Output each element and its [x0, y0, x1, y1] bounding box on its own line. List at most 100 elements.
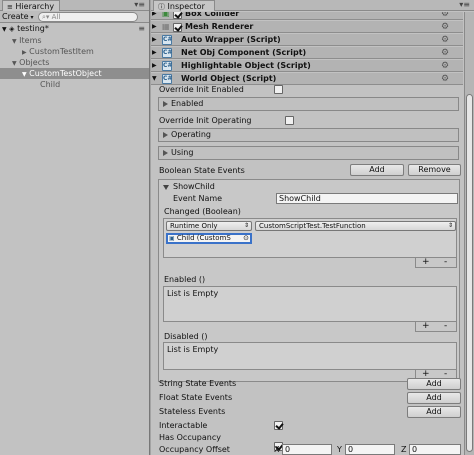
expand-arrow-icon[interactable]: ▶	[152, 47, 157, 59]
enabled-foldout[interactable]: Enabled	[158, 97, 459, 111]
expand-arrow-icon[interactable]: ▼	[152, 73, 157, 85]
hierarchy-tree: ▼ ◈ testing* ≡ ▼ Items ▶ CustomTestItem …	[0, 23, 149, 90]
collapse-icon[interactable]: ▶	[22, 49, 27, 56]
enabled-event-label: Enabled ()	[164, 275, 206, 284]
boolean-state-events-label: Boolean State Events	[159, 166, 245, 175]
script-icon: ▣	[169, 235, 175, 242]
scene-row[interactable]: ▼ ◈ testing* ≡	[0, 23, 149, 35]
offset-y-field[interactable]: 0	[345, 444, 395, 455]
interactable-label: Interactable	[159, 421, 208, 430]
enable-checkbox[interactable]	[173, 12, 182, 19]
script-icon: C#	[162, 74, 173, 84]
hierarchy-toolbar: Create ▾ ⌕▾ All	[0, 11, 149, 23]
script-icon: C#	[162, 61, 173, 71]
has-occupancy-label: Has Occupancy	[159, 433, 221, 442]
gear-icon[interactable]: ⚙	[441, 22, 449, 32]
unity-scene-icon: ◈	[9, 25, 15, 33]
component-auto-wrapper[interactable]: ▶ C# Auto Wrapper (Script) ⚙	[151, 34, 463, 46]
offset-z-field[interactable]: 0	[409, 444, 461, 455]
stateless-events-label: Stateless Events	[159, 407, 226, 416]
inspector-panel: ⓘ Inspector ▾≡ ▶ ▣ Box Collider ⚙ ▶ ▦ Me…	[151, 0, 474, 455]
runtime-dropdown[interactable]: Runtime Only ⇕	[166, 221, 252, 231]
collapse-icon	[163, 101, 168, 107]
override-init-operating-checkbox[interactable]	[285, 116, 294, 125]
create-button[interactable]: Create ▾	[2, 12, 34, 22]
hierarchy-panel: ≡ Hierarchy ▾≡ Create ▾ ⌕▾ All ▼ ◈ testi…	[0, 0, 150, 455]
expand-icon[interactable]: ▼	[12, 38, 17, 45]
float-state-events-label: Float State Events	[159, 393, 233, 402]
gear-icon[interactable]: ⚙	[441, 74, 449, 84]
changed-list-footer: + -	[415, 258, 457, 268]
function-dropdown[interactable]: CustomScriptTest.TestFunction ⇕	[255, 221, 456, 231]
hierarchy-menu-icon[interactable]: ▾≡	[134, 0, 145, 9]
hierarchy-tabbar: ≡ Hierarchy ▾≡	[0, 0, 149, 11]
tree-item-child[interactable]: Child	[0, 79, 149, 90]
disabled-event-list: List is Empty	[163, 342, 457, 370]
search-input[interactable]: ⌕▾ All	[38, 12, 138, 22]
chevron-down-icon: ▾	[28, 14, 34, 21]
add-stateless-event-button[interactable]: Add	[407, 406, 461, 418]
override-init-enabled-checkbox[interactable]	[274, 85, 283, 94]
gear-icon[interactable]: ⚙	[441, 35, 449, 45]
list-empty-text: List is Empty	[167, 289, 219, 298]
inspector-menu-icon[interactable]: ▾≡	[459, 0, 470, 9]
showchild-box: ShowChild Event Name ShowChild Changed (…	[158, 179, 460, 382]
add-listener-button[interactable]: +	[422, 258, 430, 267]
expand-arrow-icon[interactable]: ▶	[152, 21, 157, 33]
using-foldout[interactable]: Using	[158, 146, 459, 160]
search-icon: ⌕▾	[42, 13, 50, 21]
enabled-list-footer: + -	[415, 322, 457, 332]
updown-icon: ⇕	[243, 222, 249, 229]
remove-button[interactable]: Remove	[408, 164, 461, 176]
add-listener-button[interactable]: +	[422, 322, 430, 331]
inspector-content: ▶ ▣ Box Collider ⚙ ▶ ▦ Mesh Renderer ⚙ ▶…	[151, 12, 463, 455]
object-picker-icon[interactable]: ⊙	[243, 235, 249, 242]
interactable-checkbox[interactable]	[274, 421, 283, 430]
tree-item-customtestitem[interactable]: ▶ CustomTestItem	[0, 46, 149, 57]
hierarchy-icon: ≡	[7, 3, 13, 11]
tree-item-items[interactable]: ▼ Items	[0, 35, 149, 46]
gear-icon[interactable]: ⚙	[441, 48, 449, 58]
changed-event-list: Runtime Only ⇕ CustomScriptTest.TestFunc…	[163, 218, 457, 258]
scene-menu-icon[interactable]: ≡	[138, 23, 145, 35]
add-button[interactable]: Add	[350, 164, 404, 176]
expand-icon[interactable]	[163, 185, 169, 190]
enable-checkbox[interactable]	[173, 23, 182, 32]
tree-item-customtestobject[interactable]: ▼ CustomTestObject	[0, 68, 149, 79]
add-float-event-button[interactable]: Add	[407, 392, 461, 404]
inspector-tab[interactable]: ⓘ Inspector	[153, 0, 215, 11]
expand-icon[interactable]: ▼	[22, 71, 27, 78]
gear-icon[interactable]: ⚙	[441, 61, 449, 71]
expand-arrow-icon[interactable]: ▶	[152, 12, 157, 20]
add-string-event-button[interactable]: Add	[407, 378, 461, 390]
remove-listener-button[interactable]: -	[444, 258, 447, 267]
component-box-collider[interactable]: ▶ ▣ Box Collider ⚙	[151, 12, 463, 20]
updown-icon: ⇕	[447, 222, 453, 229]
object-field[interactable]: ▣ Child (CustomS ⊙	[166, 233, 252, 244]
showchild-header[interactable]: ShowChild	[173, 181, 215, 192]
scrollbar-thumb[interactable]	[466, 94, 473, 452]
x-axis-label: X	[274, 445, 280, 454]
expand-arrow-icon[interactable]: ▶	[152, 60, 157, 72]
event-name-field[interactable]: ShowChild	[276, 193, 458, 204]
offset-x-field[interactable]: 0	[282, 444, 332, 455]
inspector-scrollbar[interactable]	[464, 12, 474, 455]
disabled-event-label: Disabled ()	[164, 332, 208, 341]
tree-item-objects[interactable]: ▼ Objects	[0, 57, 149, 68]
operating-foldout[interactable]: Operating	[158, 128, 459, 142]
component-net-obj[interactable]: ▶ C# Net Obj Component (Script) ⚙	[151, 47, 463, 59]
component-mesh-renderer[interactable]: ▶ ▦ Mesh Renderer ⚙	[151, 21, 463, 33]
component-highlightable[interactable]: ▶ C# Highlightable Object (Script) ⚙	[151, 60, 463, 72]
expand-icon[interactable]: ▼	[12, 60, 17, 67]
event-name-label: Event Name	[173, 194, 223, 203]
z-axis-label: Z	[401, 445, 407, 454]
box-collider-icon: ▣	[162, 12, 170, 18]
collapse-icon	[163, 150, 168, 156]
gear-icon[interactable]: ⚙	[441, 12, 449, 19]
script-icon: C#	[162, 48, 173, 58]
expand-arrow-icon[interactable]: ▶	[152, 34, 157, 46]
hierarchy-tab[interactable]: ≡ Hierarchy	[2, 0, 60, 11]
changed-label: Changed (Boolean)	[164, 207, 241, 216]
remove-listener-button[interactable]: -	[444, 322, 447, 331]
expand-icon[interactable]: ▼	[2, 26, 7, 33]
